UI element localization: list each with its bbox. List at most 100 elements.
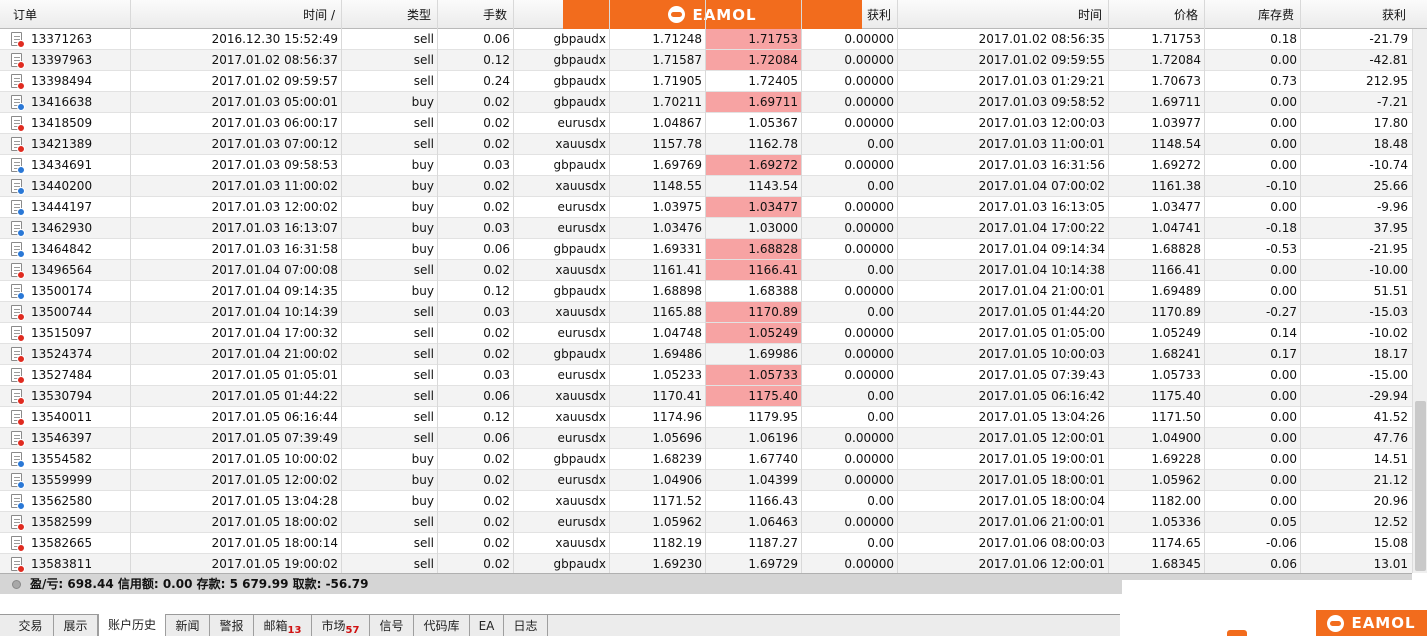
column-header-type[interactable]: 类型 (341, 0, 437, 29)
cell-sl: 1.69711 (705, 92, 801, 112)
tab-10[interactable]: EA (470, 615, 504, 636)
cell-open-price: 1.71248 (652, 32, 702, 46)
cell-close-time: 2017.01.04 09:14:34 (978, 242, 1105, 256)
cell-open-price: 1161.41 (652, 263, 702, 277)
tab-8[interactable]: 信号 (370, 615, 414, 636)
table-row[interactable]: 13500174 2017.01.04 09:14:35 buy 0.12 gbpaud… (0, 281, 1412, 302)
cell-symbol: gbpaudx (553, 284, 606, 298)
table-row[interactable]: 13418509 2017.01.03 06:00:17 sell 0.02 eurus… (0, 113, 1412, 134)
table-row[interactable]: 13524374 2017.01.04 21:00:02 sell 0.02 gbpau… (0, 344, 1412, 365)
table-row[interactable]: 13546397 2017.01.05 07:39:49 sell 0.06 eurus… (0, 428, 1412, 449)
table-row[interactable]: 13462930 2017.01.03 16:13:07 buy 0.03 eurusd… (0, 218, 1412, 239)
history-table: 13371263 2016.12.30 15:52:49 sell 0.06 gbpau… (0, 29, 1412, 575)
column-divider (513, 0, 514, 573)
cell-symbol: gbpaudx (553, 452, 606, 466)
table-row[interactable]: 13398494 2017.01.02 09:59:57 sell 0.24 gbpau… (0, 71, 1412, 92)
table-row[interactable]: 13421389 2017.01.03 07:00:12 sell 0.02 xauus… (0, 134, 1412, 155)
cell-symbol: eurusdx (557, 221, 607, 235)
cell-lots: 0.02 (483, 473, 510, 487)
cell-order: 13418509 (31, 116, 93, 130)
cell-profit: 17.80 (1373, 116, 1408, 130)
cell-type: buy (411, 200, 434, 214)
table-row[interactable]: 13515097 2017.01.04 17:00:32 sell 0.02 eurus… (0, 323, 1412, 344)
cell-symbol: xauusdx (555, 137, 606, 151)
table-row[interactable]: 13527484 2017.01.05 01:05:01 sell 0.03 eurus… (0, 365, 1412, 386)
table-row[interactable]: 13440200 2017.01.03 11:00:02 buy 0.02 xauusd… (0, 176, 1412, 197)
cell-open-price: 1182.19 (652, 536, 702, 550)
column-header-close-time[interactable]: 时间 (897, 0, 1108, 29)
cell-sl: 1.69729 (748, 557, 798, 571)
tab-11[interactable]: 日志 (504, 615, 548, 636)
cell-symbol: gbpaudx (553, 158, 606, 172)
tab-5[interactable]: 警报 (210, 615, 254, 636)
cell-profit: -10.74 (1369, 158, 1408, 172)
cell-sl: 1.71753 (705, 29, 801, 49)
cell-lots: 0.03 (483, 221, 510, 235)
cell-open-time: 2017.01.03 09:58:53 (211, 158, 338, 172)
cell-close-price: 1175.40 (1151, 389, 1201, 403)
cell-swap: 0.05 (1270, 515, 1297, 529)
cell-open-price: 1.70211 (652, 95, 702, 109)
cell-order: 13421389 (31, 137, 93, 151)
bottom-tab-bar: 交易 展示 账户历史 新闻 警报 邮箱13 市场57 信号 代码库 EA 日志 (0, 614, 1120, 636)
table-row[interactable]: 13416638 2017.01.03 05:00:01 buy 0.02 gbpaud… (0, 92, 1412, 113)
tab-1[interactable]: 交易 (8, 615, 54, 636)
table-row[interactable]: 13500744 2017.01.04 10:14:39 sell 0.03 xauus… (0, 302, 1412, 323)
cell-order: 13444197 (31, 200, 93, 214)
table-row[interactable]: 13582599 2017.01.05 18:00:02 sell 0.02 eurus… (0, 512, 1412, 533)
cell-sl: 1175.40 (705, 386, 801, 406)
cell-open-time: 2017.01.05 01:44:22 (211, 389, 338, 403)
cell-close-time: 2017.01.03 09:58:52 (978, 95, 1105, 109)
scrollbar-thumb[interactable] (1415, 401, 1426, 571)
table-row[interactable]: 13371263 2016.12.30 15:52:49 sell 0.06 gbpau… (0, 29, 1412, 50)
cell-type: sell (413, 515, 434, 529)
column-header-close-price[interactable]: 价格 (1108, 0, 1204, 29)
cell-open-time: 2017.01.04 17:00:32 (211, 326, 338, 340)
column-header-order[interactable]: 订单 (8, 0, 130, 29)
table-row[interactable]: 13530794 2017.01.05 01:44:22 sell 0.06 xauus… (0, 386, 1412, 407)
cell-swap: -0.10 (1265, 179, 1297, 193)
cell-sl: 1.05367 (748, 116, 798, 130)
column-header-profit[interactable]: 获利 (1300, 0, 1412, 29)
table-row[interactable]: 13397963 2017.01.02 08:56:37 sell 0.12 gbpau… (0, 50, 1412, 71)
cell-lots: 0.02 (483, 326, 510, 340)
table-row[interactable]: 13554582 2017.01.05 10:00:02 buy 0.02 gbpaud… (0, 449, 1412, 470)
table-row[interactable]: 13540011 2017.01.05 06:16:44 sell 0.12 xauus… (0, 407, 1412, 428)
tab-7[interactable]: 市场57 (312, 615, 370, 636)
cell-order: 13582599 (31, 515, 93, 529)
cell-open-time: 2017.01.05 18:00:14 (211, 536, 338, 550)
cell-type: sell (413, 305, 434, 319)
column-header-open-time[interactable]: 时间 / (130, 0, 341, 29)
cell-symbol: eurusdx (557, 326, 607, 340)
table-row[interactable]: 13583811 2017.01.05 19:00:02 sell 0.02 gbpau… (0, 554, 1412, 575)
table-row[interactable]: 13562580 2017.01.05 13:04:28 buy 0.02 xauusd… (0, 491, 1412, 512)
table-row[interactable]: 13444197 2017.01.03 12:00:02 buy 0.02 eurusd… (0, 197, 1412, 218)
cell-sl: 1.06196 (748, 431, 798, 445)
column-header-lots[interactable]: 手数 (437, 0, 513, 29)
cell-symbol: xauusdx (555, 536, 606, 550)
tab-9[interactable]: 代码库 (414, 615, 470, 636)
cell-close-price: 1.69272 (1151, 158, 1201, 172)
tab-3[interactable]: 账户历史 (98, 614, 166, 636)
tab-4[interactable]: 新闻 (166, 615, 210, 636)
cell-order: 13583811 (31, 557, 93, 571)
cell-open-price: 1157.78 (652, 137, 702, 151)
cell-type: buy (411, 179, 434, 193)
vertical-scrollbar[interactable] (1412, 29, 1427, 573)
table-row[interactable]: 13434691 2017.01.03 09:58:53 buy 0.03 gbpaud… (0, 155, 1412, 176)
column-header-swap[interactable]: 库存费 (1204, 0, 1300, 29)
cell-type: sell (413, 347, 434, 361)
table-row[interactable]: 13496564 2017.01.04 07:00:08 sell 0.02 xauus… (0, 260, 1412, 281)
table-row[interactable]: 13559999 2017.01.05 12:00:02 buy 0.02 eurusd… (0, 470, 1412, 491)
tab-2[interactable]: 展示 (54, 615, 98, 636)
cell-swap: 0.18 (1270, 32, 1297, 46)
cell-profit: 41.52 (1373, 410, 1408, 424)
table-row[interactable]: 13464842 2017.01.03 16:31:58 buy 0.06 gbpaud… (0, 239, 1412, 260)
cell-swap: 0.14 (1270, 326, 1297, 340)
cell-tp: 0.00 (867, 536, 894, 550)
table-row[interactable]: 13582665 2017.01.05 18:00:14 sell 0.02 xauus… (0, 533, 1412, 554)
tab-6[interactable]: 邮箱13 (254, 615, 312, 636)
cell-profit: 212.95 (1366, 74, 1408, 88)
cell-close-price: 1171.50 (1151, 410, 1201, 424)
cell-symbol: eurusdx (557, 200, 607, 214)
